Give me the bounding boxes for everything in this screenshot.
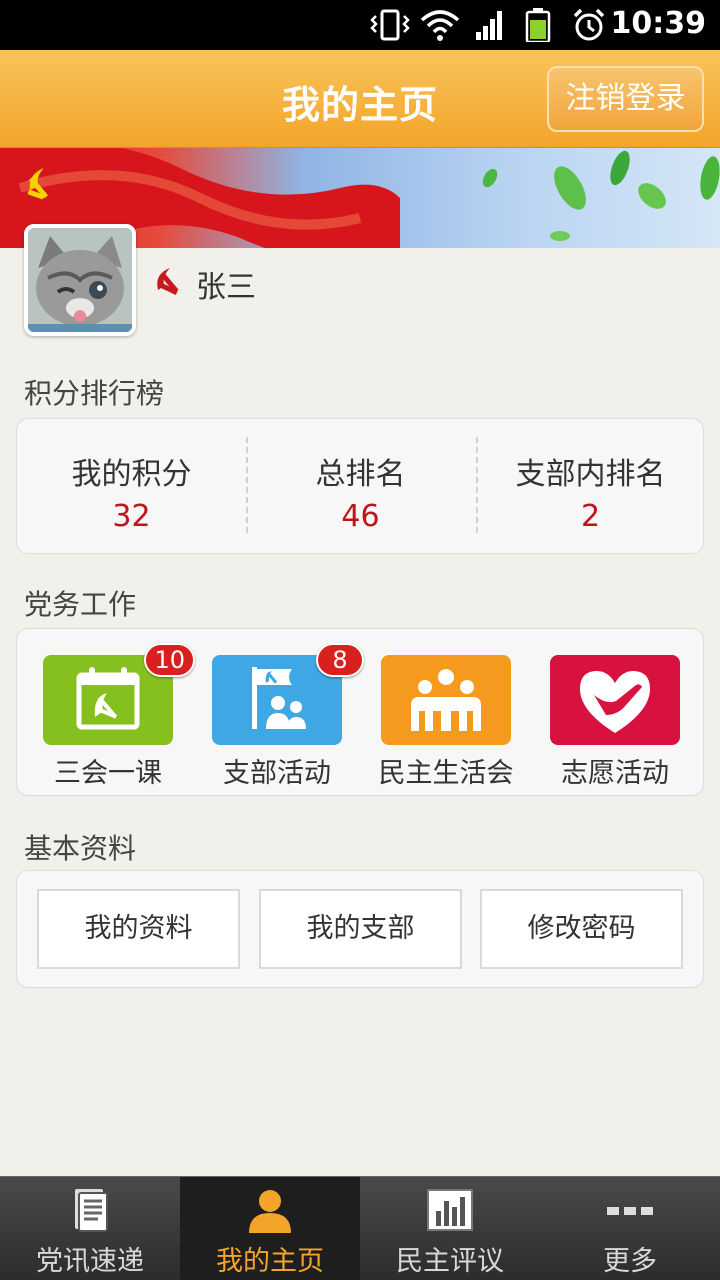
nav-item-review[interactable]: 民主评议	[360, 1177, 540, 1280]
nav-label: 民主评议	[396, 1246, 504, 1277]
rank-total[interactable]: 总排名 46	[246, 419, 475, 553]
section-title-basic: 基本资料	[24, 832, 137, 865]
basic-info-card: 我的资料 我的支部 修改密码	[16, 870, 704, 988]
section-title-work: 党务工作	[24, 588, 137, 621]
clock: 10:39	[610, 6, 707, 41]
bar-chart-icon	[427, 1189, 473, 1231]
work-tile: 8	[212, 643, 364, 745]
rank-value: 46	[341, 499, 380, 534]
work-item-meetings[interactable]: 10 三会一课	[23, 643, 195, 790]
wifi-icon	[420, 10, 460, 41]
work-item-volunteer[interactable]: 志愿活动	[530, 655, 700, 790]
rank-label: 支部内排名	[515, 457, 666, 492]
person-icon	[249, 1190, 291, 1233]
work-label: 民主生活会	[378, 758, 514, 789]
rank-label: 我的积分	[71, 457, 192, 492]
heart-hand-icon	[580, 671, 650, 733]
nav-label: 更多	[603, 1246, 657, 1277]
work-item-democratic-life[interactable]: 民主生活会	[361, 655, 531, 790]
kitten-photo	[28, 228, 132, 332]
my-profile-button[interactable]: 我的资料	[37, 889, 240, 969]
notification-badge: 10	[144, 643, 195, 677]
work-tile	[550, 655, 680, 745]
bottom-nav: 党讯速递 我的主页 民主评议 更多	[0, 1176, 720, 1280]
signal-icon	[476, 11, 502, 40]
my-branch-button[interactable]: 我的支部	[259, 889, 462, 969]
work-tile	[381, 655, 511, 745]
status-bar: 10:39	[0, 0, 720, 50]
section-title-ranking: 积分排行榜	[24, 377, 165, 410]
work-tile: 10	[43, 643, 195, 745]
party-emblem-icon	[157, 268, 179, 295]
rank-my-points[interactable]: 我的积分 32	[17, 419, 246, 553]
group-icon	[411, 669, 481, 731]
logout-button[interactable]: 注销登录	[547, 66, 704, 132]
rank-value: 2	[580, 499, 601, 534]
nav-label: 我的主页	[216, 1246, 324, 1277]
nav-item-home[interactable]: 我的主页	[180, 1177, 360, 1280]
battery-icon	[525, 8, 551, 42]
rank-branch[interactable]: 支部内排名 2	[476, 419, 705, 553]
vibrate-icon	[370, 9, 410, 41]
username: 张三	[196, 270, 256, 305]
work-label: 支部活动	[223, 758, 331, 789]
nav-item-news[interactable]: 党讯速递	[0, 1177, 180, 1280]
leaves-graphic	[482, 150, 720, 241]
alarm-icon	[573, 8, 605, 41]
notification-badge: 8	[316, 643, 364, 677]
nav-label: 党讯速递	[36, 1246, 144, 1277]
work-item-branch-activities[interactable]: 8 支部活动	[192, 643, 364, 790]
more-icon	[607, 1207, 653, 1215]
ranking-card: 我的积分 32 总排名 46 支部内排名 2	[16, 418, 704, 554]
work-card: 10 三会一课 8 支部活动 民主生活会 志愿活动	[16, 628, 704, 796]
nav-item-more[interactable]: 更多	[540, 1177, 720, 1280]
rank-value: 32	[112, 499, 151, 534]
app-header: 我的主页 注销登录	[0, 50, 720, 148]
document-icon	[75, 1189, 108, 1232]
rank-label: 总排名	[315, 457, 406, 492]
work-label: 三会一课	[54, 758, 162, 789]
work-label: 志愿活动	[561, 758, 669, 789]
avatar[interactable]	[24, 224, 136, 336]
change-password-button[interactable]: 修改密码	[480, 889, 683, 969]
